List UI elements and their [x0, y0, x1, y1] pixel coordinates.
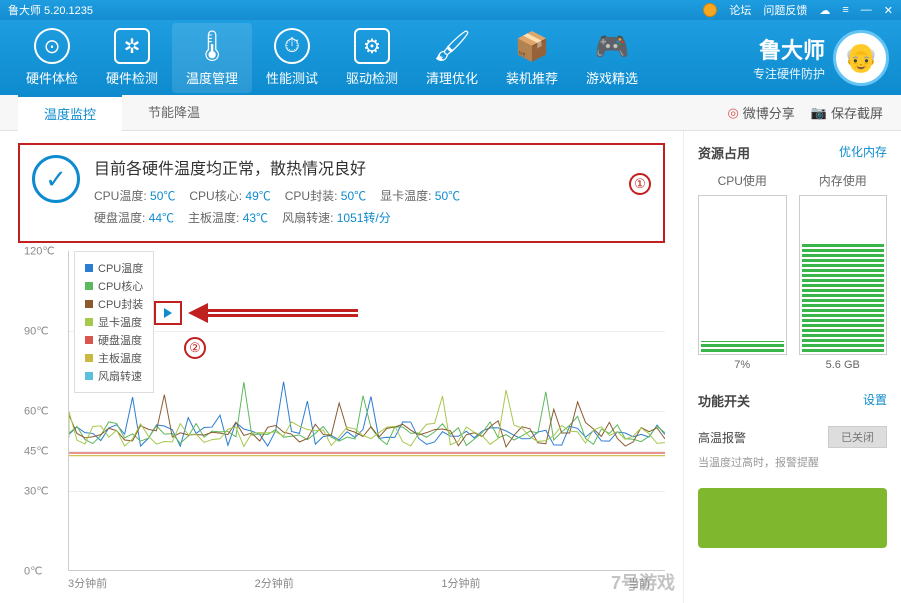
legend: CPU温度CPU核心CPU封装显卡温度硬盘温度主板温度风扇转速	[74, 251, 154, 393]
annotation-arrow	[188, 303, 358, 323]
tab-power-save[interactable]: 节能降温	[122, 95, 226, 131]
status-summary: ✓ 目前各硬件温度均正常，散热情况良好 CPU温度: 50℃CPU核心: 49℃…	[18, 143, 665, 243]
alarm-hint: 当温度过高时，报警提醒	[698, 454, 887, 470]
annotation-1: ①	[629, 173, 651, 195]
alarm-label: 高温报警	[698, 429, 746, 446]
mem-gauge: 内存使用 5.6 GB	[799, 172, 888, 371]
annotation-play-box	[154, 301, 182, 325]
weibo-share[interactable]: ◎微博分享	[727, 103, 794, 122]
top-navigation: ⊙硬件体检 ✲硬件检测 🌡温度管理 ⏱性能测试 ⚙驱动检测 🖌清理优化 📦装机推…	[0, 20, 901, 95]
alarm-toggle[interactable]: 已关闭	[828, 426, 887, 448]
main-panel: ✓ 目前各硬件温度均正常，散热情况良好 CPU温度: 50℃CPU核心: 49℃…	[0, 131, 683, 603]
brand-title: 鲁大师	[759, 33, 825, 65]
avatar[interactable]: 👴	[833, 30, 889, 86]
titlebar: 鲁大师 5.20.1235 论坛 问题反馈 ☁ ≡ — ✕	[0, 0, 901, 20]
nav-hardware-check[interactable]: ⊙硬件体检	[12, 23, 92, 93]
medal-icon	[703, 3, 717, 17]
tab-temp-monitor[interactable]: 温度监控	[18, 95, 122, 131]
nav-clean[interactable]: 🖌清理优化	[412, 23, 492, 93]
nav-build[interactable]: 📦装机推荐	[492, 23, 572, 93]
cloud-icon[interactable]: ☁	[819, 4, 830, 17]
sub-toolbar: 温度监控 节能降温 ◎微博分享 📷保存截屏	[0, 95, 901, 131]
nav-driver[interactable]: ⚙驱动检测	[332, 23, 412, 93]
nav-performance[interactable]: ⏱性能测试	[252, 23, 332, 93]
brand: 鲁大师 专注硬件防护 👴	[753, 30, 889, 86]
window-title: 鲁大师 5.20.1235	[8, 2, 93, 18]
cpu-gauge: CPU使用 7%	[698, 172, 787, 371]
resource-title: 资源占用	[698, 143, 750, 162]
save-screenshot[interactable]: 📷保存截屏	[811, 103, 883, 122]
menu-icon[interactable]: ≡	[842, 4, 848, 16]
close-icon[interactable]: ✕	[884, 4, 893, 17]
optimize-memory-link[interactable]: 优化内存	[839, 143, 887, 162]
status-heading: 目前各硬件温度均正常，散热情况良好	[94, 155, 460, 179]
nav-temperature[interactable]: 🌡温度管理	[172, 23, 252, 93]
nav-games[interactable]: 🎮游戏精选	[572, 23, 652, 93]
feedback-link[interactable]: 问题反馈	[763, 2, 807, 18]
annotation-2: ②	[184, 337, 206, 359]
temperature-chart	[68, 251, 665, 571]
forum-link[interactable]: 论坛	[729, 2, 751, 18]
chart-area: CPU温度CPU核心CPU封装显卡温度硬盘温度主板温度风扇转速 ② 120℃90…	[18, 251, 665, 591]
nav-hardware-detect[interactable]: ✲硬件检测	[92, 23, 172, 93]
sidebar: 资源占用 优化内存 CPU使用 7% 内存使用 5.6 GB 功能开关 设置	[683, 131, 901, 603]
settings-link[interactable]: 设置	[863, 391, 887, 410]
minimize-icon[interactable]: —	[861, 4, 872, 16]
check-icon: ✓	[32, 155, 80, 203]
promo-box[interactable]	[698, 488, 887, 548]
func-title: 功能开关	[698, 391, 750, 410]
brand-subtitle: 专注硬件防护	[753, 65, 825, 82]
